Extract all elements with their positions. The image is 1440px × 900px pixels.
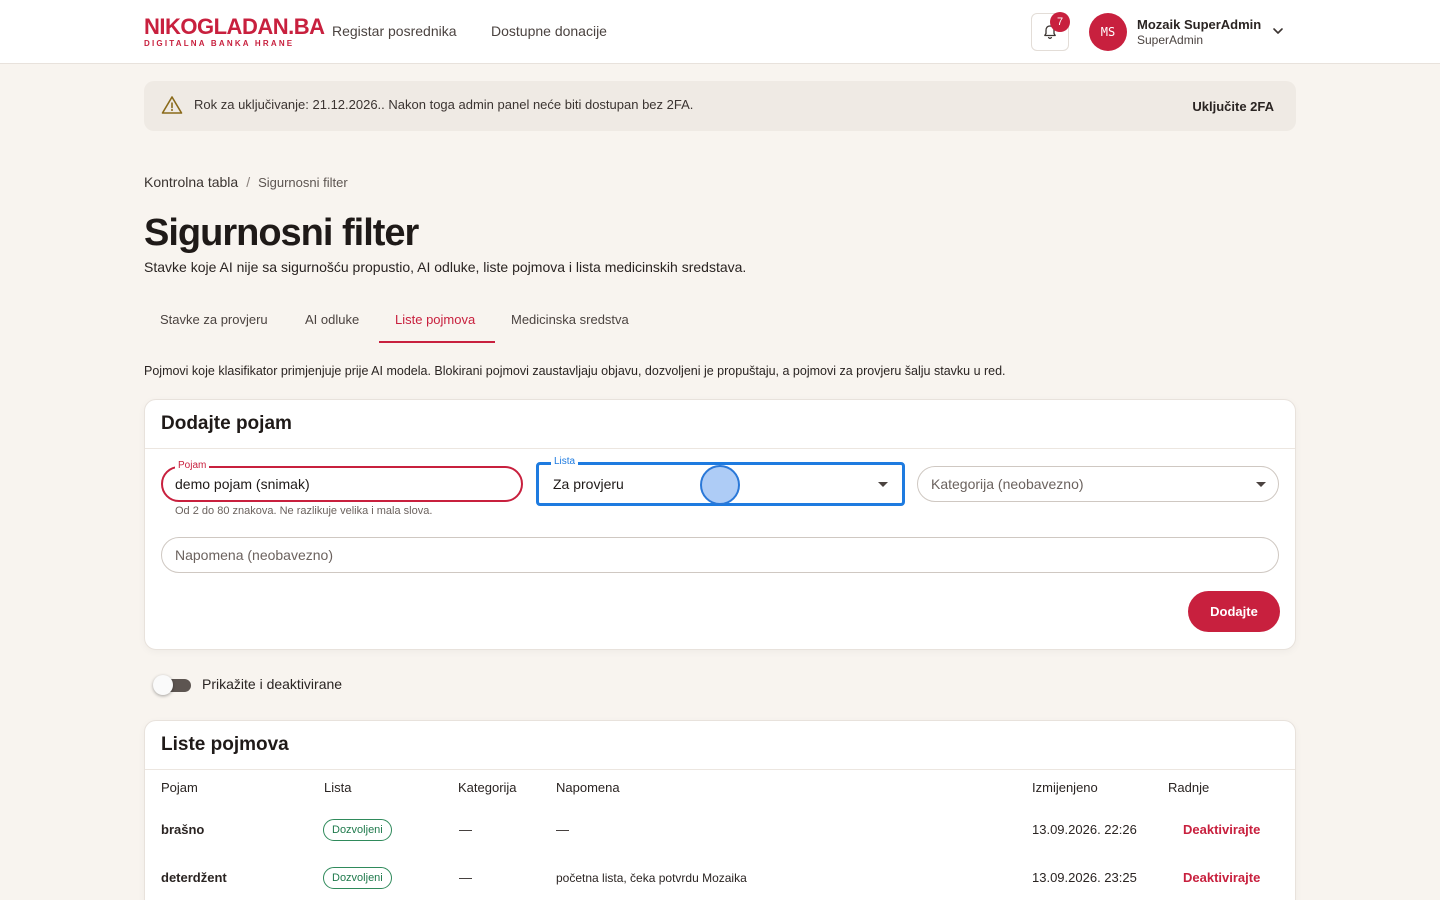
- top-header: NIKOGLADAN.BA DIGITALNA BANKA HRANE Regi…: [0, 0, 1440, 64]
- show-deactivated-toggle[interactable]: [153, 675, 191, 695]
- breadcrumb: Kontrolna tabla / Sigurnosni filter: [144, 174, 348, 190]
- column-header-note: Napomena: [556, 780, 620, 795]
- tab-medicinska-sredstva[interactable]: Medicinska sredstva: [511, 312, 629, 327]
- caret-down-icon: [878, 482, 888, 487]
- tab-stavke-za-provjeru[interactable]: Stavke za provjeru: [160, 312, 268, 327]
- add-term-title: Dodajte pojam: [161, 413, 292, 434]
- term-helper-text: Od 2 do 80 znakova. Ne razlikuje velika …: [175, 505, 433, 517]
- row-term: brašno: [161, 822, 205, 837]
- row-modified: 13.09.2026. 22:26: [1032, 822, 1137, 837]
- user-role: SuperAdmin: [1137, 33, 1204, 47]
- list-value: Za provjeru: [553, 476, 624, 492]
- logo-sub-text: DIGITALNA BANKA HRANE: [144, 39, 295, 48]
- breadcrumb-current: Sigurnosni filter: [258, 175, 348, 190]
- logo-main-text: NIKOGLADAN.BA: [144, 14, 325, 39]
- row-modified: 13.09.2026. 23:25: [1032, 870, 1137, 885]
- add-term-button[interactable]: Dodajte: [1188, 591, 1280, 632]
- card-divider: [145, 448, 1295, 449]
- row-note: —: [556, 822, 569, 837]
- category-placeholder: Kategorija (neobavezno): [931, 476, 1084, 492]
- note-input[interactable]: Napomena (neobavezno): [161, 537, 1279, 573]
- note-placeholder: Napomena (neobavezno): [175, 547, 333, 563]
- 2fa-warning-banner: Rok za uključivanje: 21.12.2026.. Nakon …: [144, 81, 1296, 131]
- warning-icon: [161, 96, 183, 114]
- cursor-indicator: [700, 465, 740, 505]
- nav-dostupne-donacije[interactable]: Dostupne donacije: [491, 23, 607, 39]
- deactivate-button[interactable]: Deaktivirajte: [1183, 822, 1260, 837]
- breadcrumb-home[interactable]: Kontrolna tabla: [144, 174, 238, 190]
- banner-text: Rok za uključivanje: 21.12.2026.. Nakon …: [194, 97, 694, 112]
- add-term-card: Dodajte pojam Pojam demo pojam (snimak) …: [144, 399, 1296, 650]
- list-label: Lista: [551, 455, 579, 469]
- row-category: —: [459, 870, 472, 885]
- list-badge: Dozvoljeni: [323, 819, 392, 841]
- caret-down-icon: [1256, 482, 1266, 487]
- row-note: početna lista, čeka potvrdu Mozaika: [556, 871, 747, 885]
- user-avatar[interactable]: MS: [1089, 13, 1127, 51]
- tab-liste-pojmova[interactable]: Liste pojmova: [395, 312, 475, 327]
- logo[interactable]: NIKOGLADAN.BA DIGITALNA BANKA HRANE: [144, 14, 325, 49]
- column-header-modified: Izmijenjeno: [1032, 780, 1098, 795]
- card-divider: [145, 769, 1295, 770]
- tab-ai-odluke[interactable]: AI odluke: [305, 312, 359, 327]
- nav-registar-posrednika[interactable]: Registar posrednika: [332, 23, 457, 39]
- page-subtitle: Stavke koje AI nije sa sigurnošću propus…: [144, 259, 747, 275]
- notification-count-badge: 7: [1050, 12, 1070, 32]
- show-deactivated-label[interactable]: Prikažite i deaktivirane: [202, 676, 342, 692]
- term-value: demo pojam (snimak): [175, 476, 310, 492]
- user-name[interactable]: Mozaik SuperAdmin: [1137, 17, 1261, 32]
- deactivate-button[interactable]: Deaktivirajte: [1183, 870, 1260, 885]
- column-header-actions: Radnje: [1168, 780, 1210, 795]
- category-select[interactable]: Kategorija (neobavezno): [917, 466, 1279, 502]
- column-header-category: Kategorija: [458, 780, 517, 795]
- chevron-down-icon[interactable]: [1271, 24, 1285, 38]
- term-lists-card: Liste pojmova Pojam Lista Kategorija Nap…: [144, 720, 1296, 900]
- enable-2fa-button[interactable]: Uključite 2FA: [1192, 99, 1274, 114]
- toggle-knob: [153, 675, 173, 695]
- term-lists-title: Liste pojmova: [161, 734, 289, 755]
- term-input[interactable]: Pojam demo pojam (snimak): [161, 459, 523, 502]
- row-term: deterdžent: [161, 870, 227, 885]
- column-header-term: Pojam: [161, 780, 198, 795]
- breadcrumb-separator: /: [246, 174, 251, 190]
- info-text: Pojmovi koje klasifikator primjenjuje pr…: [144, 364, 1006, 378]
- term-label: Pojam: [175, 459, 210, 473]
- column-header-list: Lista: [324, 780, 352, 795]
- row-category: —: [459, 822, 472, 837]
- active-tab-indicator: [379, 341, 495, 343]
- page-title: Sigurnosni filter: [144, 212, 419, 254]
- list-badge: Dozvoljeni: [323, 867, 392, 889]
